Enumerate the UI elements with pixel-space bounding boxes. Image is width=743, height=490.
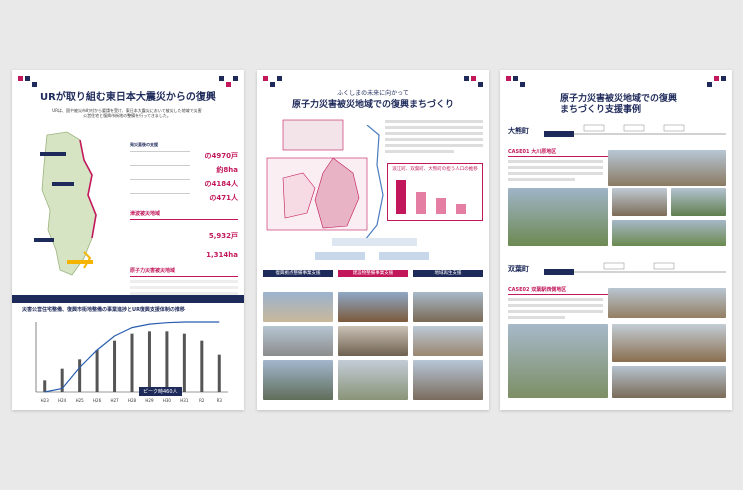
tick-label: H29 [145, 398, 154, 403]
map-label [67, 260, 93, 264]
photo [612, 324, 726, 362]
peak-note: ピーク時460人 [139, 387, 182, 396]
tick-label: H28 [128, 398, 137, 403]
town-name: 大熊町 [508, 127, 529, 135]
photo [338, 292, 408, 322]
tick-label: H31 [180, 398, 189, 403]
photo [612, 188, 667, 216]
tsunami-header: 津波被災地域 [130, 211, 161, 217]
decor-squares [18, 76, 37, 87]
section-header: 地域再生支援 [413, 270, 483, 277]
tick-label: H26 [93, 398, 102, 403]
stat-row: の471人 [130, 193, 238, 204]
nuclear-header: 原子力災害被災地域 [130, 268, 176, 274]
page-subtitle: URは、国や被災市町村から要請を受け、東日本大震災において被災した地域で災害公営… [52, 108, 202, 119]
bar [78, 359, 82, 392]
photo [338, 360, 408, 400]
bar [182, 333, 186, 392]
bar [165, 331, 169, 392]
photo [413, 360, 483, 400]
population-chart [396, 180, 466, 214]
photo [671, 188, 726, 216]
timeline [544, 262, 726, 275]
diagram-node [379, 252, 429, 260]
panel-ur-reconstruction: URが取り組む東日本大震災からの復興 URは、国や被災市町村から要請を受け、東日… [12, 70, 244, 410]
tick-label: H23 [41, 398, 50, 403]
photo [608, 288, 726, 318]
map-label [40, 152, 66, 156]
photo [608, 150, 726, 186]
diagram-node [315, 252, 365, 260]
bar [147, 331, 151, 392]
tsunami-value: 5,932戸 [208, 232, 238, 240]
section-header: 建設物整備事業支援 [338, 270, 408, 277]
intro-text [385, 120, 483, 156]
tick-label: H30 [163, 398, 172, 403]
page-title: URが取り組む東日本大震災からの復興 [40, 92, 216, 103]
tick-label: R2 [199, 398, 205, 403]
bar [200, 340, 204, 392]
bar [113, 340, 117, 392]
support-header: 発災直後の支援 [130, 142, 158, 147]
photo [338, 326, 408, 356]
case-title: CASE02 双葉駅西側地区 [508, 287, 567, 293]
decor-squares-right [219, 76, 238, 87]
panel-case-studies: 原子力災害被災地域での復興まちづくり支援事例 大熊町 CASE01 大川原地区 … [500, 70, 732, 410]
stat-row: の4970戸 [130, 151, 238, 162]
photo [263, 360, 333, 400]
chart-header-bar [12, 295, 244, 303]
aerial-photo [508, 324, 608, 398]
case-text [508, 298, 603, 319]
section-header: 復興拠点整備事業支援 [263, 270, 333, 277]
support-stats: 発災直後の支援 の4970戸 約8ha の4184人 の471人 津波被災地域 … [130, 142, 238, 295]
aerial-photo [508, 188, 608, 246]
bar [95, 350, 99, 392]
photo [263, 326, 333, 356]
tick-label: R3 [217, 398, 223, 403]
map-label [52, 182, 74, 186]
tick-label: H27 [110, 398, 119, 403]
page-title: 原子力災害被災地域での復興まちづくり [291, 100, 454, 110]
photo [263, 292, 333, 322]
stat-row: の4184人 [130, 179, 238, 190]
panel-nuclear-area: ふくしまの未来に向かって 原子力災害被災地域での復興まちづくり 浪江町、双葉町、… [257, 70, 489, 410]
progress-chart: H23 H24 H25 H26 H27 H28 H29 H30 H31 R2 R3 [35, 321, 228, 403]
coast-map [364, 125, 384, 241]
diagram-node [332, 238, 417, 246]
bar [43, 380, 47, 392]
case-title: CASE01 大川原地区 [508, 149, 557, 155]
kicker: ふくしまの未来に向かって [337, 90, 409, 97]
tsunami-value: 1,314ha [206, 251, 238, 259]
tick-label: H25 [76, 398, 85, 403]
town-name: 双葉町 [508, 265, 529, 273]
map-label [34, 238, 54, 242]
bar [130, 333, 134, 392]
population-box: 浪江町、双葉町、大熊町の担う人口の推移 [387, 163, 483, 221]
photo [413, 292, 483, 322]
bar [217, 354, 221, 392]
photo [612, 220, 726, 246]
page-title: 原子力災害被災地域での復興まちづくり支援事例 [560, 94, 678, 115]
case-text [508, 160, 603, 181]
tick-label: H24 [58, 398, 67, 403]
stat-row: 約8ha [130, 165, 238, 176]
chart-title: 災害公営住宅整備、復興市街地整備の事業進捗とUR復興支援体制の推移 [22, 307, 185, 313]
timeline [544, 124, 726, 137]
photo [413, 326, 483, 356]
photo [612, 366, 726, 398]
